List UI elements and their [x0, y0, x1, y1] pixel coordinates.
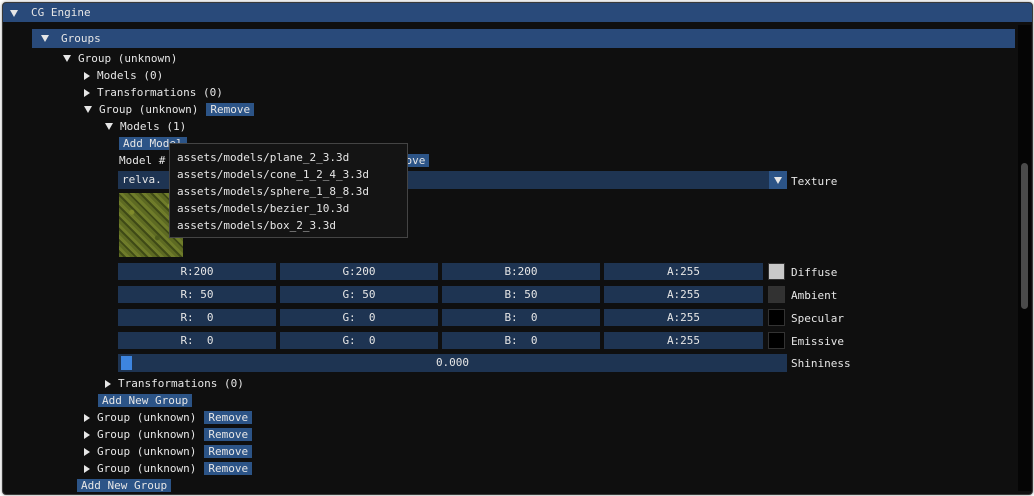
shininess-slider[interactable]: 0.000 — [118, 354, 787, 372]
tree-node-label: Transformations (0) — [118, 377, 244, 390]
color-channel-g-field[interactable]: G:200 — [280, 263, 438, 280]
collapse-window-icon[interactable] — [10, 10, 18, 17]
color-label: Ambient — [791, 289, 838, 302]
color-channel-g-field[interactable]: G: 0 — [280, 332, 438, 349]
tree-node-transformations[interactable]: Transformations (0) — [84, 84, 223, 101]
scrollbar-thumb[interactable] — [1021, 163, 1028, 309]
color-swatch[interactable] — [768, 263, 785, 280]
chevron-right-icon — [84, 88, 90, 97]
add-new-group-outer-row: Add New Group — [77, 477, 172, 494]
color-channel-g-field[interactable]: G: 50 — [280, 286, 438, 303]
tree-node-label: Group (unknown) — [97, 462, 197, 475]
add-new-group-button[interactable]: Add New Group — [77, 479, 172, 492]
tree-node-label: Models (0) — [97, 69, 164, 82]
add-new-group-button[interactable]: Add New Group — [98, 394, 193, 407]
color-channel-b-field[interactable]: B:200 — [442, 263, 600, 280]
color-channel-b-field[interactable]: B: 0 — [442, 309, 600, 326]
color-channel-a-field[interactable]: A:255 — [604, 263, 763, 280]
tree-node-root-group[interactable]: Group (unknown) — [63, 50, 177, 67]
model-label: Model # — [119, 154, 166, 167]
texture-combo-value: relva. — [122, 173, 162, 186]
tree-node-label: Group (unknown) — [99, 103, 199, 116]
color-channel-a-field[interactable]: A:255 — [604, 332, 763, 349]
shininess-label: Shininess — [791, 357, 851, 370]
color-label: Specular — [791, 312, 844, 325]
tree-node-sibling-group[interactable]: Group (unknown) Remove — [84, 443, 253, 460]
model-header-left: Model # — [119, 152, 165, 169]
model-option[interactable]: assets/models/cone_1_2_4_3.3d — [177, 166, 369, 183]
color-label: Emissive — [791, 335, 844, 348]
tree-node-inner-transformations[interactable]: Transformations (0) — [105, 375, 244, 392]
color-channel-a-field[interactable]: A:255 — [604, 309, 763, 326]
chevron-down-icon — [84, 106, 92, 113]
color-channel-a-field[interactable]: A:255 — [604, 286, 763, 303]
color-swatch[interactable] — [768, 286, 785, 303]
remove-group-button[interactable]: Remove — [204, 462, 253, 475]
color-channel-b-field[interactable]: B: 0 — [442, 332, 600, 349]
tree-node-label: Group (unknown) — [97, 428, 197, 441]
window-title: CG Engine — [31, 6, 91, 19]
window-titlebar[interactable]: CG Engine — [3, 3, 1032, 22]
chevron-right-icon — [84, 413, 90, 422]
texture-combo-arrow[interactable] — [769, 171, 787, 189]
color-channel-g-field[interactable]: G: 0 — [280, 309, 438, 326]
chevron-down-icon — [41, 35, 49, 42]
add-new-group-inner-row: Add New Group — [98, 392, 193, 409]
tree-node-sibling-group[interactable]: Group (unknown) Remove — [84, 426, 253, 443]
tree-node-label: Models (1) — [120, 120, 187, 133]
color-channel-r-field[interactable]: R:200 — [118, 263, 276, 280]
model-option[interactable]: assets/models/box_2_3.3d — [177, 217, 336, 234]
color-swatch[interactable] — [768, 332, 785, 349]
remove-group-button[interactable]: Remove — [204, 445, 253, 458]
chevron-down-icon — [63, 55, 71, 62]
remove-group-button[interactable]: Remove — [204, 411, 253, 424]
tree-node-sibling-group[interactable]: Group (unknown) Remove — [84, 409, 253, 426]
tree-node-models-open[interactable]: Models (1) — [105, 118, 186, 135]
color-channel-r-field[interactable]: R: 0 — [118, 309, 276, 326]
model-option[interactable]: assets/models/plane_2_3.3d — [177, 149, 349, 166]
remove-group-button[interactable]: Remove — [204, 428, 253, 441]
tree-node-label: Transformations (0) — [97, 86, 223, 99]
chevron-right-icon — [84, 464, 90, 473]
remove-group-button[interactable]: Remove — [206, 103, 255, 116]
tree-node-sibling-group[interactable]: Group (unknown) Remove — [84, 460, 253, 477]
chevron-down-icon — [774, 176, 782, 184]
tree-node-models[interactable]: Models (0) — [84, 67, 163, 84]
model-option[interactable]: assets/models/bezier_10.3d — [177, 200, 349, 217]
color-channel-r-field[interactable]: R: 0 — [118, 332, 276, 349]
chevron-right-icon — [84, 447, 90, 456]
groups-header[interactable]: Groups — [32, 29, 1015, 48]
chevron-right-icon — [84, 71, 90, 80]
tree-node-sub-group[interactable]: Group (unknown) Remove — [84, 101, 255, 118]
tree-node-label: Group (unknown) — [97, 445, 197, 458]
color-channel-r-field[interactable]: R: 50 — [118, 286, 276, 303]
tree-node-label: Group (unknown) — [78, 52, 178, 65]
chevron-right-icon — [84, 430, 90, 439]
shininess-value: 0.000 — [435, 356, 470, 369]
color-label: Diffuse — [791, 266, 838, 279]
chevron-right-icon — [105, 379, 111, 388]
color-channel-b-field[interactable]: B: 50 — [442, 286, 600, 303]
color-swatch[interactable] — [768, 309, 785, 326]
model-dropdown-popup: assets/models/plane_2_3.3d assets/models… — [169, 143, 408, 238]
tree-node-label: Group (unknown) — [97, 411, 197, 424]
texture-label: Texture — [791, 175, 838, 188]
chevron-down-icon — [105, 123, 113, 130]
groups-header-label: Groups — [61, 32, 101, 45]
vertical-scrollbar[interactable] — [1018, 25, 1031, 491]
cg-engine-window: CG Engine Groups Group (unknown) Models … — [2, 2, 1033, 495]
model-option[interactable]: assets/models/sphere_1_8_8.3d — [177, 183, 369, 200]
